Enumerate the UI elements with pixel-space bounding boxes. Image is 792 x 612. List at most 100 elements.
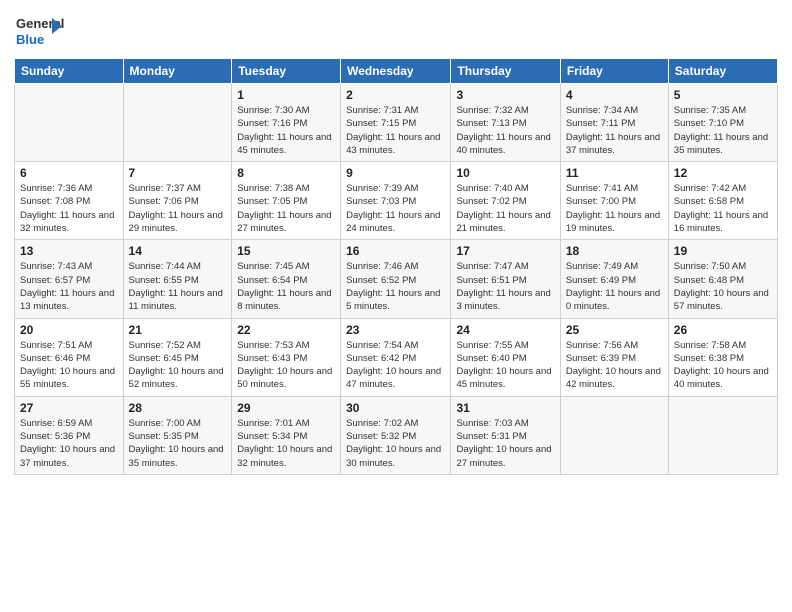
day-number: 18 (566, 244, 663, 258)
day-number: 10 (456, 166, 554, 180)
day-number: 21 (129, 323, 227, 337)
day-number: 25 (566, 323, 663, 337)
calendar-cell: 20 Sunrise: 7:51 AM Sunset: 6:46 PM Dayli… (15, 318, 124, 396)
day-number: 12 (674, 166, 772, 180)
calendar-cell: 30 Sunrise: 7:02 AM Sunset: 5:32 PM Dayli… (341, 396, 451, 474)
calendar-cell: 23 Sunrise: 7:54 AM Sunset: 6:42 PM Dayli… (341, 318, 451, 396)
day-detail: Sunrise: 7:35 AM Sunset: 7:10 PM Dayligh… (674, 104, 772, 157)
calendar-cell: 6Sunrise: 7:36 AM Sunset: 7:08 PM Daylig… (15, 162, 124, 240)
day-number: 20 (20, 323, 118, 337)
day-number: 22 (237, 323, 335, 337)
weekday-header-friday: Friday (560, 59, 668, 84)
day-detail: Sunrise: 7:41 AM Sunset: 7:00 PM Dayligh… (566, 182, 663, 235)
day-detail: Sunrise: 7:54 AM Sunset: 6:42 PM Dayligh… (346, 339, 445, 392)
calendar-cell: 13 Sunrise: 7:43 AM Sunset: 6:57 PM Dayli… (15, 240, 124, 318)
calendar-week-2: 6Sunrise: 7:36 AM Sunset: 7:08 PM Daylig… (15, 162, 778, 240)
weekday-header-thursday: Thursday (451, 59, 560, 84)
calendar-cell: 24 Sunrise: 7:55 AM Sunset: 6:40 PM Dayli… (451, 318, 560, 396)
day-detail: Sunrise: 7:39 AM Sunset: 7:03 PM Dayligh… (346, 182, 445, 235)
calendar-cell: 28Sunrise: 7:00 AM Sunset: 5:35 PM Dayli… (123, 396, 232, 474)
calendar-cell: 31Sunrise: 7:03 AM Sunset: 5:31 PM Dayli… (451, 396, 560, 474)
calendar-cell: 3 Sunrise: 7:32 AM Sunset: 7:13 PM Daylig… (451, 84, 560, 162)
day-detail: Sunrise: 7:30 AM Sunset: 7:16 PM Dayligh… (237, 104, 335, 157)
calendar-cell: 26Sunrise: 7:58 AM Sunset: 6:38 PM Dayli… (668, 318, 777, 396)
header: General Blue (14, 10, 778, 50)
day-number: 5 (674, 88, 772, 102)
calendar-cell: 2 Sunrise: 7:31 AM Sunset: 7:15 PM Daylig… (341, 84, 451, 162)
calendar-cell: 19 Sunrise: 7:50 AM Sunset: 6:48 PM Dayli… (668, 240, 777, 318)
weekday-header-sunday: Sunday (15, 59, 124, 84)
day-number: 14 (129, 244, 227, 258)
calendar-cell: 25 Sunrise: 7:56 AM Sunset: 6:39 PM Dayli… (560, 318, 668, 396)
day-number: 1 (237, 88, 335, 102)
calendar-cell: 8 Sunrise: 7:38 AM Sunset: 7:05 PM Daylig… (232, 162, 341, 240)
calendar-cell (123, 84, 232, 162)
day-number: 19 (674, 244, 772, 258)
day-detail: Sunrise: 7:32 AM Sunset: 7:13 PM Dayligh… (456, 104, 554, 157)
day-detail: Sunrise: 7:01 AM Sunset: 5:34 PM Dayligh… (237, 417, 335, 470)
logo-svg: General Blue (14, 10, 64, 50)
day-detail: Sunrise: 7:56 AM Sunset: 6:39 PM Dayligh… (566, 339, 663, 392)
day-detail: Sunrise: 7:53 AM Sunset: 6:43 PM Dayligh… (237, 339, 335, 392)
day-detail: Sunrise: 7:51 AM Sunset: 6:46 PM Dayligh… (20, 339, 118, 392)
calendar-cell: 7 Sunrise: 7:37 AM Sunset: 7:06 PM Daylig… (123, 162, 232, 240)
day-number: 17 (456, 244, 554, 258)
day-detail: Sunrise: 7:38 AM Sunset: 7:05 PM Dayligh… (237, 182, 335, 235)
calendar-cell (15, 84, 124, 162)
weekday-header-monday: Monday (123, 59, 232, 84)
day-detail: Sunrise: 7:47 AM Sunset: 6:51 PM Dayligh… (456, 260, 554, 313)
calendar-cell: 18 Sunrise: 7:49 AM Sunset: 6:49 PM Dayli… (560, 240, 668, 318)
calendar-week-5: 27 Sunrise: 6:59 AM Sunset: 5:36 PM Dayli… (15, 396, 778, 474)
day-number: 29 (237, 401, 335, 415)
page: General Blue SundayMondayTuesdayWednesda… (0, 0, 792, 612)
calendar-table: SundayMondayTuesdayWednesdayThursdayFrid… (14, 58, 778, 475)
day-detail: Sunrise: 7:37 AM Sunset: 7:06 PM Dayligh… (129, 182, 227, 235)
day-detail: Sunrise: 7:42 AM Sunset: 6:58 PM Dayligh… (674, 182, 772, 235)
calendar-cell: 17 Sunrise: 7:47 AM Sunset: 6:51 PM Dayli… (451, 240, 560, 318)
day-number: 26 (674, 323, 772, 337)
day-number: 9 (346, 166, 445, 180)
day-number: 23 (346, 323, 445, 337)
day-detail: Sunrise: 7:43 AM Sunset: 6:57 PM Dayligh… (20, 260, 118, 313)
calendar-cell: 22 Sunrise: 7:53 AM Sunset: 6:43 PM Dayli… (232, 318, 341, 396)
day-number: 3 (456, 88, 554, 102)
day-detail: Sunrise: 7:44 AM Sunset: 6:55 PM Dayligh… (129, 260, 227, 313)
day-number: 4 (566, 88, 663, 102)
day-detail: Sunrise: 7:45 AM Sunset: 6:54 PM Dayligh… (237, 260, 335, 313)
day-number: 2 (346, 88, 445, 102)
day-number: 27 (20, 401, 118, 415)
calendar-week-3: 13 Sunrise: 7:43 AM Sunset: 6:57 PM Dayli… (15, 240, 778, 318)
day-number: 24 (456, 323, 554, 337)
calendar-cell: 1 Sunrise: 7:30 AM Sunset: 7:16 PM Daylig… (232, 84, 341, 162)
day-number: 13 (20, 244, 118, 258)
logo: General Blue (14, 10, 64, 50)
day-detail: Sunrise: 7:00 AM Sunset: 5:35 PM Dayligh… (129, 417, 227, 470)
day-detail: Sunrise: 7:34 AM Sunset: 7:11 PM Dayligh… (566, 104, 663, 157)
day-number: 7 (129, 166, 227, 180)
day-detail: Sunrise: 7:31 AM Sunset: 7:15 PM Dayligh… (346, 104, 445, 157)
calendar-cell: 10 Sunrise: 7:40 AM Sunset: 7:02 PM Dayli… (451, 162, 560, 240)
calendar-cell: 27 Sunrise: 6:59 AM Sunset: 5:36 PM Dayli… (15, 396, 124, 474)
day-number: 16 (346, 244, 445, 258)
day-number: 30 (346, 401, 445, 415)
calendar-cell: 21 Sunrise: 7:52 AM Sunset: 6:45 PM Dayli… (123, 318, 232, 396)
day-detail: Sunrise: 7:52 AM Sunset: 6:45 PM Dayligh… (129, 339, 227, 392)
day-detail: Sunrise: 7:49 AM Sunset: 6:49 PM Dayligh… (566, 260, 663, 313)
weekday-header-saturday: Saturday (668, 59, 777, 84)
day-detail: Sunrise: 7:02 AM Sunset: 5:32 PM Dayligh… (346, 417, 445, 470)
svg-text:Blue: Blue (16, 32, 44, 47)
day-number: 8 (237, 166, 335, 180)
day-detail: Sunrise: 7:55 AM Sunset: 6:40 PM Dayligh… (456, 339, 554, 392)
weekday-header-wednesday: Wednesday (341, 59, 451, 84)
calendar-cell: 15Sunrise: 7:45 AM Sunset: 6:54 PM Dayli… (232, 240, 341, 318)
calendar-cell: 29 Sunrise: 7:01 AM Sunset: 5:34 PM Dayli… (232, 396, 341, 474)
day-detail: Sunrise: 7:50 AM Sunset: 6:48 PM Dayligh… (674, 260, 772, 313)
day-detail: Sunrise: 7:03 AM Sunset: 5:31 PM Dayligh… (456, 417, 554, 470)
calendar-cell: 14 Sunrise: 7:44 AM Sunset: 6:55 PM Dayli… (123, 240, 232, 318)
calendar-cell (668, 396, 777, 474)
weekday-header-row: SundayMondayTuesdayWednesdayThursdayFrid… (15, 59, 778, 84)
day-detail: Sunrise: 7:40 AM Sunset: 7:02 PM Dayligh… (456, 182, 554, 235)
day-detail: Sunrise: 6:59 AM Sunset: 5:36 PM Dayligh… (20, 417, 118, 470)
day-detail: Sunrise: 7:46 AM Sunset: 6:52 PM Dayligh… (346, 260, 445, 313)
calendar-cell: 11Sunrise: 7:41 AM Sunset: 7:00 PM Dayli… (560, 162, 668, 240)
